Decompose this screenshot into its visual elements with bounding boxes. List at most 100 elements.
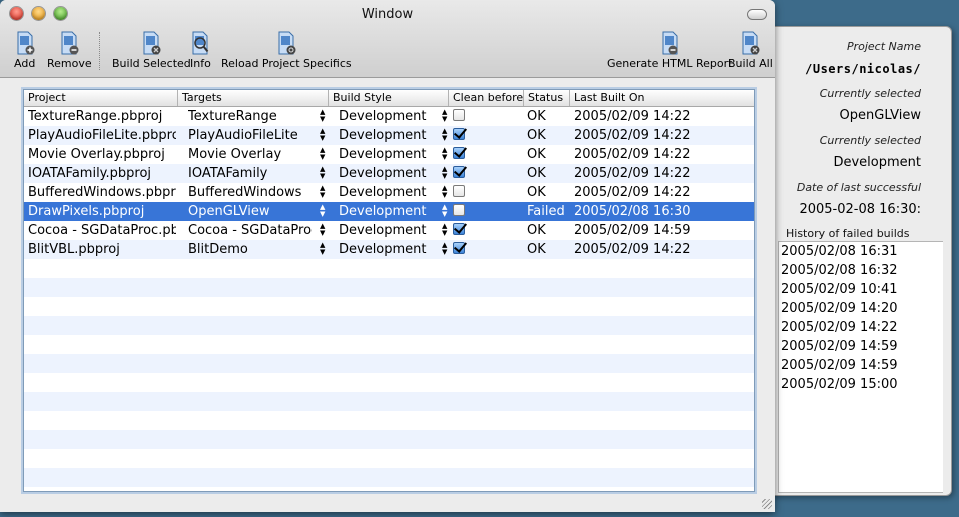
target-cell[interactable]: Movie Overlay (188, 145, 312, 164)
info-button[interactable]: Info (190, 31, 211, 70)
column-header-targets[interactable]: Targets (178, 90, 329, 106)
project-cell: BufferedWindows.pbproj (28, 185, 176, 200)
table-row[interactable] (24, 430, 754, 449)
build-style-cell[interactable]: Development (339, 107, 439, 126)
history-item[interactable]: 2005/02/09 14:20 (779, 299, 943, 318)
build-style-stepper-icon[interactable]: ▲ ▼ (442, 147, 448, 161)
clean-before-checkbox[interactable] (453, 185, 465, 197)
table-row[interactable]: BufferedWindows.pbproj BufferedWindows ▲ ▼… (24, 183, 754, 202)
column-header-status[interactable]: Status (524, 90, 570, 106)
build-selected-label: Build Selected (112, 57, 191, 70)
target-cell[interactable]: BufferedWindows (188, 183, 312, 202)
build-all-button[interactable]: Build All (728, 31, 773, 70)
main-window: Window Add Remove Build Selected Info Re… (0, 0, 775, 512)
table-header: Project Targets Build Style Clean before… (24, 90, 754, 107)
table-row[interactable]: Cocoa - SGDataProc.pbproj Cocoa - SGDataP… (24, 221, 754, 240)
target-stepper-icon[interactable]: ▲ ▼ (320, 128, 326, 142)
history-item[interactable]: 2005/02/09 14:59 (779, 356, 943, 375)
build-style-cell[interactable]: Development (339, 183, 439, 202)
clean-before-checkbox[interactable] (453, 204, 465, 216)
build-style-cell[interactable]: Development (339, 126, 439, 145)
build-style-cell[interactable]: Development (339, 145, 439, 164)
target-cell[interactable]: TextureRange (188, 107, 312, 126)
info-drawer: Project Name /Users/nicolas/ Currently s… (770, 26, 952, 496)
target-stepper-icon[interactable]: ▲ ▼ (320, 147, 326, 161)
table-row[interactable] (24, 449, 754, 468)
build-style-stepper-icon[interactable]: ▲ ▼ (442, 128, 448, 142)
table-row[interactable] (24, 316, 754, 335)
table-row[interactable] (24, 411, 754, 430)
table-row[interactable]: DrawPixels.pbproj OpenGLView ▲ ▼ Developmen… (24, 202, 754, 221)
last-built-cell: 2005/02/09 14:22 (574, 185, 691, 200)
project-cell: BlitVBL.pbproj (28, 242, 120, 257)
toolbar-toggle-button[interactable] (747, 9, 767, 20)
reload-label: Reload Project Specifics (221, 57, 352, 70)
generate-report-button[interactable]: Generate HTML Report (607, 31, 732, 70)
build-style-stepper-icon[interactable]: ▲ ▼ (442, 109, 448, 123)
history-item[interactable]: 2005/02/09 10:41 (779, 280, 943, 299)
history-item[interactable]: 2005/02/08 16:31 (779, 242, 943, 261)
target-cell[interactable]: Cocoa - SGDataProc (188, 221, 312, 240)
clean-before-checkbox[interactable] (453, 166, 465, 178)
table-row[interactable]: BlitVBL.pbproj BlitDemo ▲ ▼ Development ▲ ▼ O… (24, 240, 754, 259)
table-row[interactable] (24, 354, 754, 373)
add-document-icon (17, 31, 35, 55)
project-cell: DrawPixels.pbproj (28, 204, 145, 219)
history-item[interactable]: 2005/02/08 16:32 (779, 261, 943, 280)
table-row[interactable] (24, 259, 754, 278)
build-style-cell[interactable]: Development (339, 202, 439, 221)
table-row[interactable] (24, 297, 754, 316)
column-header-build-style[interactable]: Build Style (329, 90, 449, 106)
build-style-label: Currently selected (819, 134, 921, 147)
target-cell[interactable]: PlayAudioFileLite (188, 126, 312, 145)
column-header-last-built[interactable]: Last Built On (570, 90, 754, 106)
history-item[interactable]: 2005/02/09 15:00 (779, 375, 943, 394)
build-style-cell[interactable]: Development (339, 240, 439, 259)
build-style-stepper-icon[interactable]: ▲ ▼ (442, 204, 448, 218)
target-stepper-icon[interactable]: ▲ ▼ (320, 166, 326, 180)
table-row[interactable]: IOATAFamily.pbproj IOATAFamily ▲ ▼ Developm… (24, 164, 754, 183)
target-stepper-icon[interactable]: ▲ ▼ (320, 109, 326, 123)
remove-label: Remove (47, 57, 92, 70)
target-stepper-icon[interactable]: ▲ ▼ (320, 242, 326, 256)
remove-button[interactable]: Remove (47, 31, 92, 70)
table-row[interactable] (24, 392, 754, 411)
build-style-cell[interactable]: Development (339, 164, 439, 183)
clean-before-checkbox[interactable] (453, 147, 465, 159)
target-stepper-icon[interactable]: ▲ ▼ (320, 185, 326, 199)
clean-before-checkbox[interactable] (453, 109, 465, 121)
target-cell[interactable]: OpenGLView (188, 202, 312, 221)
generate-report-label: Generate HTML Report (607, 57, 733, 70)
table-row[interactable] (24, 373, 754, 392)
target-stepper-icon[interactable]: ▲ ▼ (320, 223, 326, 237)
failed-builds-list[interactable]: 2005/02/08 16:31 2005/02/08 16:32 2005/02/… (778, 241, 943, 493)
target-cell[interactable]: BlitDemo (188, 240, 312, 259)
clean-before-checkbox[interactable] (453, 242, 465, 254)
clean-before-checkbox[interactable] (453, 223, 465, 235)
table-row[interactable] (24, 335, 754, 354)
target-cell[interactable]: IOATAFamily (188, 164, 312, 183)
build-style-stepper-icon[interactable]: ▲ ▼ (442, 185, 448, 199)
column-header-clean-before[interactable]: Clean before (449, 90, 524, 106)
reload-icon (278, 31, 296, 55)
add-button[interactable]: Add (14, 31, 35, 70)
resize-handle[interactable] (762, 499, 772, 509)
projects-table[interactable]: Project Targets Build Style Clean before… (23, 89, 755, 492)
column-header-project[interactable]: Project (24, 90, 178, 106)
build-selected-button[interactable]: Build Selected (112, 31, 191, 70)
table-row[interactable]: PlayAudioFileLite.pbproj PlayAudioFileLit… (24, 126, 754, 145)
history-item[interactable]: 2005/02/09 14:22 (779, 318, 943, 337)
table-row[interactable]: Movie Overlay.pbproj Movie Overlay ▲ ▼ Deve… (24, 145, 754, 164)
table-row[interactable] (24, 468, 754, 487)
table-row[interactable]: TextureRange.pbproj TextureRange ▲ ▼ Develo… (24, 107, 754, 126)
build-style-stepper-icon[interactable]: ▲ ▼ (442, 223, 448, 237)
build-style-stepper-icon[interactable]: ▲ ▼ (442, 166, 448, 180)
history-item[interactable]: 2005/02/09 14:59 (779, 337, 943, 356)
clean-before-checkbox[interactable] (453, 128, 465, 140)
build-style-stepper-icon[interactable]: ▲ ▼ (442, 242, 448, 256)
target-stepper-icon[interactable]: ▲ ▼ (320, 204, 326, 218)
table-row[interactable] (24, 278, 754, 297)
project-cell: TextureRange.pbproj (28, 109, 163, 124)
reload-button[interactable]: Reload Project Specifics (221, 31, 352, 70)
build-style-cell[interactable]: Development (339, 221, 439, 240)
